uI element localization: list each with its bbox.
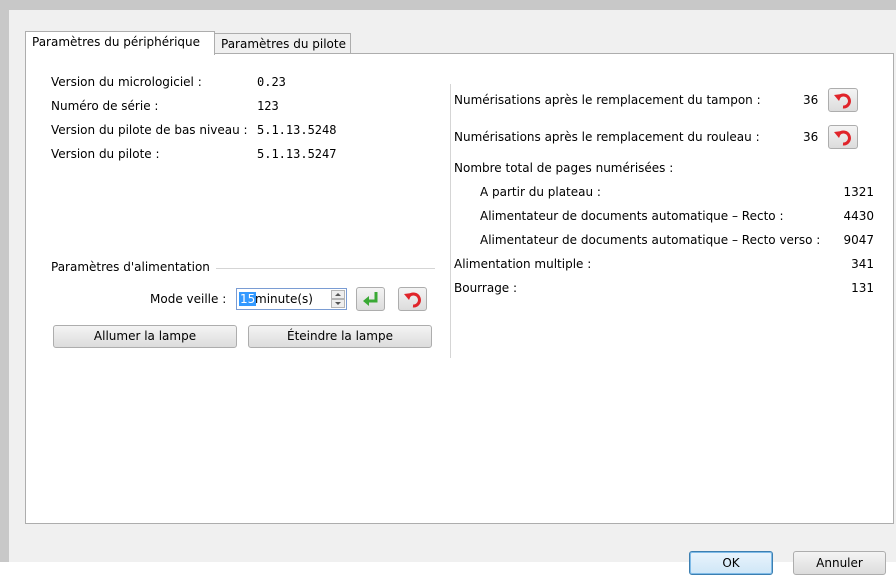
- jam-label: Bourrage :: [454, 281, 518, 295]
- ok-label: OK: [722, 556, 740, 570]
- tab-driver-settings[interactable]: Paramètres du pilote: [214, 33, 351, 55]
- reset-sleep-button[interactable]: [398, 287, 427, 311]
- dialog-window: Paramètres du périphérique Paramètres du…: [0, 0, 896, 575]
- adf-simplex-label: Alimentateur de documents automatique – …: [480, 209, 784, 223]
- pad-scans-value: 36: [803, 93, 819, 107]
- reset-pad-counter-button[interactable]: [828, 88, 858, 112]
- ok-button[interactable]: OK: [689, 551, 773, 575]
- undo-arrow-icon: [404, 292, 421, 308]
- serial-number-value: 123: [257, 99, 279, 113]
- column-divider: [450, 84, 451, 358]
- sleep-mode-stepper[interactable]: 15 minute(s): [236, 288, 347, 310]
- lowlevel-driver-label: Version du pilote de bas niveau :: [51, 123, 248, 137]
- reset-roller-counter-button[interactable]: [828, 125, 858, 149]
- lamp-off-label: Éteindre la lampe: [287, 329, 393, 343]
- lamp-off-button[interactable]: Éteindre la lampe: [248, 325, 432, 348]
- device-settings-panel: Version du micrologiciel : 0.23 Numéro d…: [25, 53, 894, 524]
- lamp-on-button[interactable]: Allumer la lampe: [53, 325, 237, 348]
- adf-duplex-value: 9047: [843, 233, 874, 247]
- firmware-label: Version du micrologiciel :: [51, 75, 202, 89]
- tab-device-settings[interactable]: Paramètres du périphérique: [25, 31, 215, 55]
- tab-label: Paramètres du pilote: [221, 37, 346, 51]
- flatbed-label: A partir du plateau :: [480, 185, 601, 199]
- sleep-mode-label: Mode veille :: [150, 292, 227, 306]
- enter-arrow-icon: [363, 292, 378, 306]
- cancel-label: Annuler: [816, 556, 863, 570]
- cancel-button[interactable]: Annuler: [793, 551, 886, 575]
- stepper-down-icon[interactable]: [331, 299, 345, 308]
- sleep-mode-value[interactable]: 15: [239, 292, 257, 306]
- undo-arrow-icon: [834, 130, 851, 146]
- multifeed-label: Alimentation multiple :: [454, 257, 592, 271]
- serial-number-label: Numéro de série :: [51, 99, 159, 113]
- undo-arrow-icon: [834, 93, 851, 109]
- driver-label: Version du pilote :: [51, 147, 160, 161]
- adf-duplex-label: Alimentateur de documents automatique – …: [480, 233, 821, 247]
- group-divider: [216, 268, 435, 269]
- adf-simplex-value: 4430: [843, 209, 874, 223]
- lowlevel-driver-value: 5.1.13.5248: [257, 123, 337, 137]
- apply-sleep-button[interactable]: [356, 287, 385, 311]
- pad-scans-label: Numérisations après le remplacement du t…: [454, 93, 761, 107]
- tab-label: Paramètres du périphérique: [32, 35, 201, 49]
- flatbed-value: 1321: [843, 185, 874, 199]
- multifeed-value: 341: [851, 257, 874, 271]
- power-settings-group-label: Paramètres d'alimentation: [51, 260, 210, 274]
- jam-value: 131: [851, 281, 874, 295]
- window-top-edge: [0, 0, 896, 10]
- properties-dialog: Paramètres du périphérique Paramètres du…: [9, 10, 896, 575]
- sleep-mode-unit: minute(s): [255, 292, 313, 306]
- driver-value: 5.1.13.5247: [257, 147, 337, 161]
- stepper-up-icon[interactable]: [331, 290, 345, 299]
- window-left-edge: [0, 0, 9, 562]
- firmware-value: 0.23: [257, 75, 286, 89]
- total-pages-label: Nombre total de pages numérisées :: [454, 161, 674, 175]
- lamp-on-label: Allumer la lampe: [93, 329, 197, 343]
- stepper-arrows: [331, 290, 345, 309]
- roller-scans-value: 36: [803, 130, 819, 144]
- roller-scans-label: Numérisations après le remplacement du r…: [454, 130, 760, 144]
